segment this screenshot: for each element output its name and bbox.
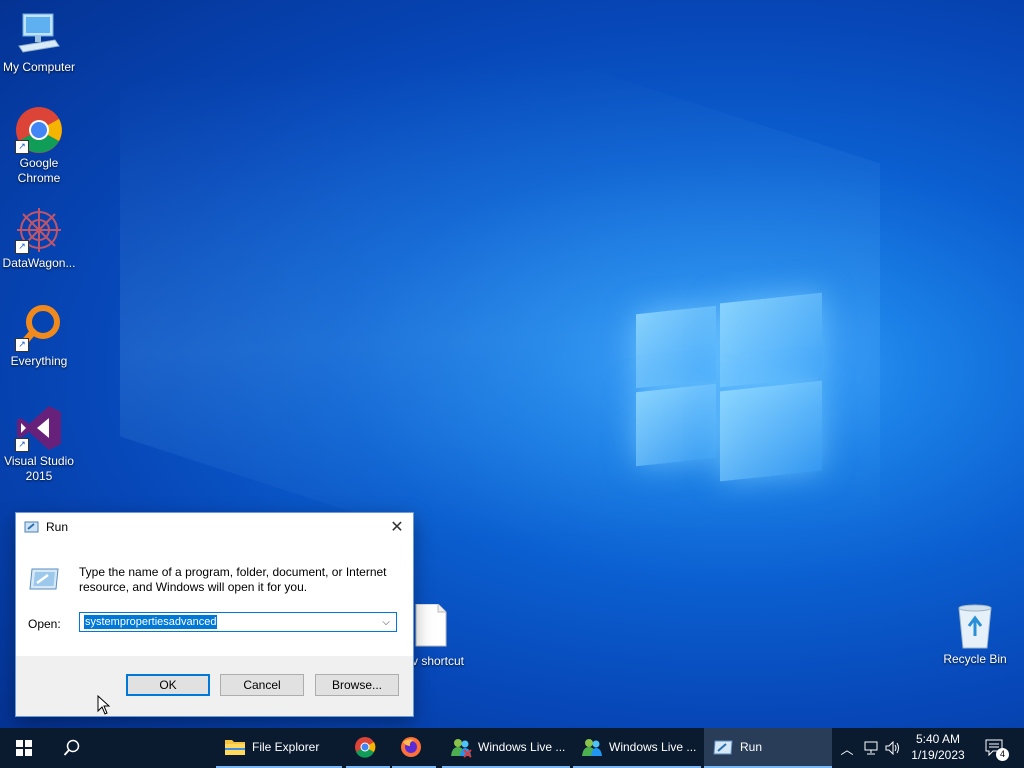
file-shortcut-icon xyxy=(414,603,448,648)
open-label: Open: xyxy=(28,617,61,631)
taskbar-item-label: Windows Live ... xyxy=(609,740,697,754)
desktop-icon-my-computer[interactable]: My Computer xyxy=(0,10,78,75)
run-program-icon xyxy=(29,568,59,590)
taskbar-windows-live-1[interactable]: Windows Live ... xyxy=(442,728,570,768)
messenger-icon xyxy=(582,739,602,756)
computer-icon xyxy=(15,10,63,58)
firefox-icon xyxy=(401,737,421,757)
network-button[interactable] xyxy=(860,728,882,768)
open-input-value[interactable]: systempropertiesadvanced xyxy=(84,615,218,629)
search-button[interactable] xyxy=(48,728,96,768)
clock[interactable]: 5:40 AM 1/19/2023 xyxy=(900,731,976,763)
windows-start-icon xyxy=(16,740,32,756)
dialog-description: Type the name of a program, folder, docu… xyxy=(79,565,387,594)
taskbar-chrome[interactable] xyxy=(346,728,390,768)
action-center-button[interactable]: 4 xyxy=(980,728,1010,768)
recycle-bin-icon xyxy=(951,602,999,650)
desktop-icon-label: Google Chrome xyxy=(17,156,61,185)
run-icon xyxy=(24,521,39,533)
mouse-cursor-icon xyxy=(97,695,111,715)
start-button[interactable] xyxy=(0,728,48,768)
desktop-icon-label: My Computer xyxy=(2,60,76,74)
chevron-up-icon: ︿ xyxy=(840,741,854,757)
chrome-icon xyxy=(355,737,376,758)
desktop-icon-everything[interactable]: ↗ Everything xyxy=(0,304,78,369)
speaker-icon xyxy=(885,741,899,755)
close-button[interactable]: ✕ xyxy=(381,513,413,541)
everything-search-icon: ↗ xyxy=(15,304,63,352)
chrome-icon: ↗ xyxy=(15,106,63,154)
network-icon xyxy=(864,741,878,755)
cancel-button[interactable]: Cancel xyxy=(220,674,304,696)
show-hidden-icons-button[interactable]: ︿ xyxy=(836,728,858,768)
taskbar-item-label: Run xyxy=(740,740,763,754)
desktop-icon-label: v shortcut xyxy=(412,654,465,668)
desktop-icon-recycle-bin[interactable]: Recycle Bin xyxy=(936,602,1014,667)
run-dialog-titlebar[interactable]: Run ✕ xyxy=(16,513,413,541)
taskbar-windows-live-2[interactable]: Windows Live ... xyxy=(573,728,701,768)
datawagon-icon: ↗ xyxy=(15,206,63,254)
search-icon xyxy=(63,739,80,756)
taskbar-firefox[interactable] xyxy=(392,728,436,768)
clock-time: 5:40 AM xyxy=(915,732,961,746)
ok-button[interactable]: OK xyxy=(126,674,210,696)
desktop-icon-label: Visual Studio 2015 xyxy=(4,454,74,483)
taskbar-run[interactable]: Run xyxy=(704,728,832,768)
notification-count-badge: 4 xyxy=(996,748,1009,761)
dialog-title: Run xyxy=(46,520,69,534)
desktop-icon-google-chrome[interactable]: ↗ Google Chrome xyxy=(0,106,78,186)
taskbar-item-label: Windows Live ... xyxy=(478,740,566,754)
desktop-icon-datawagon[interactable]: ↗ DataWagon... xyxy=(0,206,78,271)
desktop-icon-visual-studio[interactable]: ↗ Visual Studio 2015 xyxy=(0,404,78,484)
run-icon xyxy=(713,740,733,755)
chevron-down-icon: ⌵ xyxy=(382,616,390,628)
taskbar-item-label: File Explorer xyxy=(252,740,320,754)
messenger-icon xyxy=(451,739,472,758)
visual-studio-icon: ↗ xyxy=(15,404,63,452)
run-dialog: Run ✕ Type the name of a program, folder… xyxy=(15,512,414,717)
clock-date: 1/19/2023 xyxy=(911,748,965,762)
browse-button[interactable]: Browse... xyxy=(315,674,399,696)
close-icon: ✕ xyxy=(390,519,404,536)
desktop-icon-shortcut-partial[interactable]: v shortcut xyxy=(412,603,472,668)
dropdown-arrow-button[interactable]: ⌵ xyxy=(376,613,396,631)
windows-logo-wallpaper xyxy=(636,290,822,482)
taskbar-file-explorer[interactable]: File Explorer xyxy=(216,728,342,768)
desktop-icon-label: Recycle Bin xyxy=(943,652,1007,666)
desktop-icon-label: Everything xyxy=(10,354,68,368)
folder-icon xyxy=(225,740,245,755)
taskbar: File Explorer Windows Live ... Windows L… xyxy=(0,728,1024,768)
desktop-icon-label: DataWagon... xyxy=(2,256,76,270)
open-combobox[interactable]: systempropertiesadvanced ⌵ xyxy=(79,612,397,632)
